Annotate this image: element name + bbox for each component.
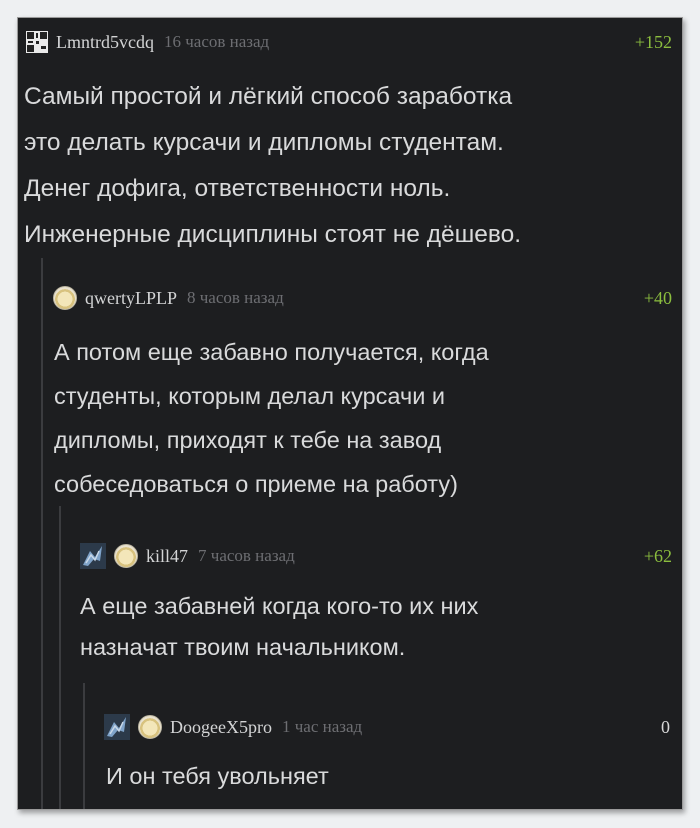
comment-text: Самый простой и лёгкий способ заработка … xyxy=(24,74,521,258)
comment-rating: +40 xyxy=(643,288,672,308)
comment-text-line: Самый простой и лёгкий способ заработка xyxy=(24,83,513,110)
comment-author[interactable]: qwertyLPLP xyxy=(85,288,177,309)
comment-1: Lmntrd5vcdq 16 часов назад +152 Самый пр… xyxy=(18,18,682,248)
comment-text: А еще забавней когда кого-то их них назн… xyxy=(80,586,478,668)
comment-4: DoogeeX5pro 1 час назад 0 И он тебя увол… xyxy=(18,712,682,809)
comment-author[interactable]: kill47 xyxy=(146,546,188,567)
reply-branch-icon[interactable] xyxy=(80,543,106,569)
comment-text: И он тебя увольняет xyxy=(106,756,329,796)
comment-text-line: А еще забавней когда кого-то их них xyxy=(80,593,479,619)
comment-text-line: А потом еще забавно получается, когда xyxy=(54,339,489,365)
comment-text: А потом еще забавно получается, когда ст… xyxy=(54,330,489,506)
comment-author[interactable]: Lmntrd5vcdq xyxy=(56,32,154,53)
user-avatar-icon[interactable] xyxy=(138,715,162,739)
comment-text-line: Денег дофига, ответственности ноль. xyxy=(24,175,451,202)
comment-text-line: студенты, которым делал курсачи и xyxy=(54,383,445,409)
reply-branch-icon[interactable] xyxy=(104,714,130,740)
comment-time: 16 часов назад xyxy=(163,32,270,51)
comment-rating: 0 xyxy=(661,717,670,737)
comment-2: qwertyLPLP 8 часов назад +40 А потом еще… xyxy=(18,280,682,500)
comment-time: 7 часов назад xyxy=(198,546,295,565)
comment-text-line: собеседоваться о приеме на работу) xyxy=(54,471,458,497)
user-avatar-qr-icon[interactable] xyxy=(26,31,48,53)
comment-time: 8 часов назад xyxy=(187,288,284,307)
comment-text-line: это делать курсачи и дипломы студентам. xyxy=(24,129,504,156)
comment-3: kill47 7 часов назад +62 А еще забавней … xyxy=(18,536,682,676)
comment-text-line: дипломы, приходят к тебе на завод xyxy=(54,427,442,453)
comment-time: 1 час назад xyxy=(281,717,363,736)
comment-text-line: назначат твоим начальником. xyxy=(80,634,406,660)
comment-text-line: Инженерные дисциплины стоят не дёшево. xyxy=(24,221,522,248)
comment-author[interactable]: DoogeeX5pro xyxy=(170,717,272,738)
comment-text-line: И он тебя увольняет xyxy=(106,763,329,789)
comment-thread: Lmntrd5vcdq 16 часов назад +152 Самый пр… xyxy=(17,17,683,810)
comment-rating: +62 xyxy=(643,546,672,566)
user-avatar-icon[interactable] xyxy=(53,286,77,310)
user-avatar-icon[interactable] xyxy=(114,544,138,568)
comment-rating: +152 xyxy=(634,32,672,52)
